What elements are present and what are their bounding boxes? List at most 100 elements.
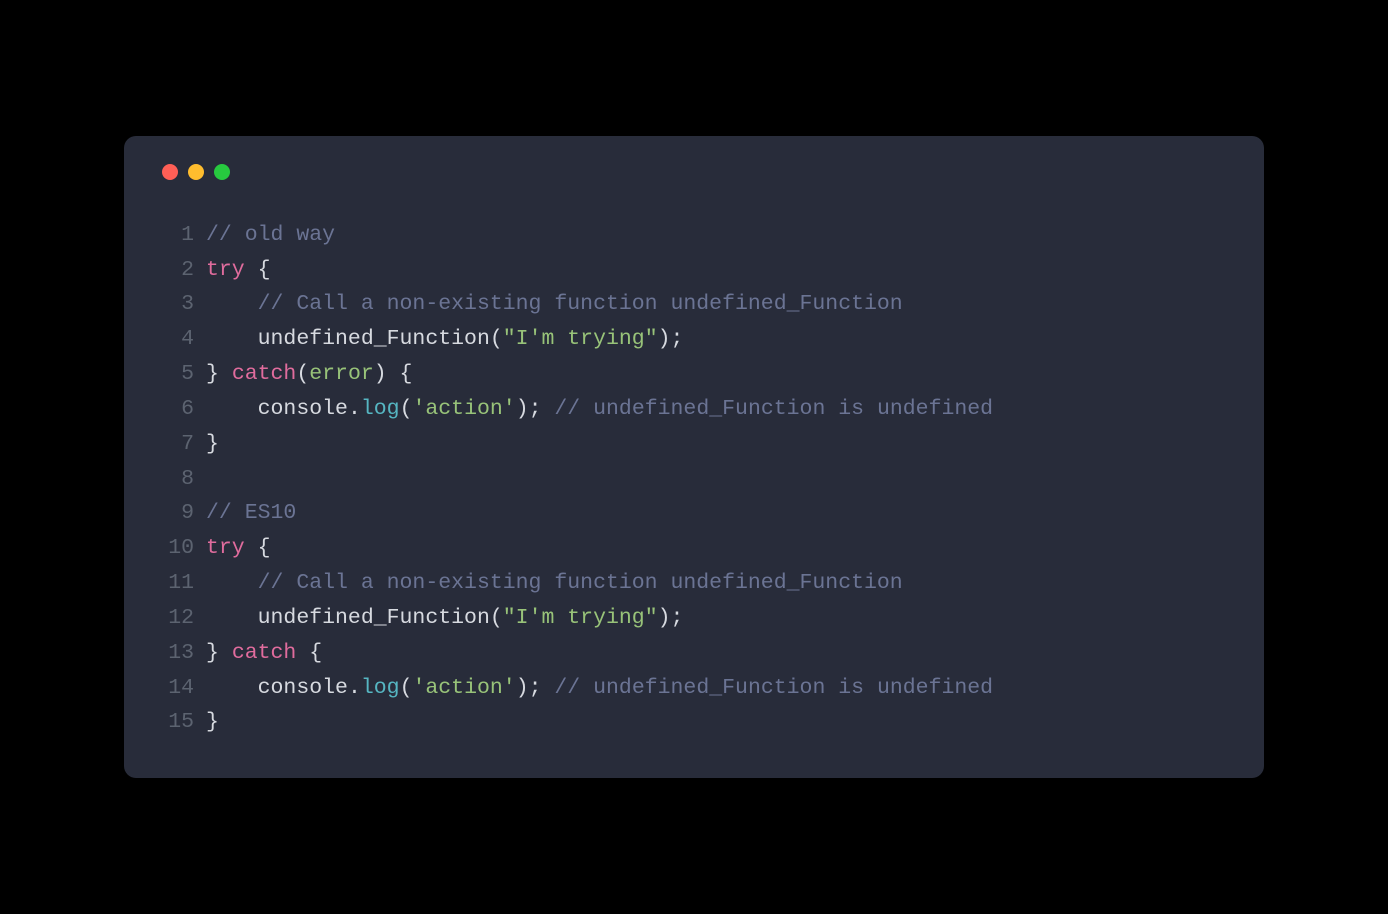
close-icon[interactable] <box>162 164 178 180</box>
code-content: try { <box>206 253 271 288</box>
token-paren: ) <box>516 676 529 700</box>
code-content: } <box>206 705 219 740</box>
code-content <box>206 462 219 497</box>
token-punct: } <box>206 432 219 456</box>
token-function-call: undefined_Function <box>258 606 490 630</box>
line-number: 13 <box>162 636 194 671</box>
token-punct: } <box>206 710 219 734</box>
maximize-icon[interactable] <box>214 164 230 180</box>
line-number: 6 <box>162 392 194 427</box>
token-keyword: try <box>206 536 245 560</box>
token-string: 'action' <box>412 397 515 421</box>
code-content: } <box>206 427 219 462</box>
code-line: 10 try { <box>162 531 1226 566</box>
token-paren: ) <box>658 327 671 351</box>
code-content: // Call a non-existing function undefine… <box>206 287 903 322</box>
token-paren: ( <box>490 327 503 351</box>
token-punct: ; <box>671 606 684 630</box>
token-paren: ( <box>296 362 309 386</box>
token-string: 'action' <box>412 676 515 700</box>
code-line: 2 try { <box>162 253 1226 288</box>
token-punct: { <box>245 258 271 282</box>
token-keyword: catch <box>232 641 297 665</box>
code-line: 1 // old way <box>162 218 1226 253</box>
token-comment: // undefined_Function is undefined <box>554 397 993 421</box>
token-method: log <box>361 676 400 700</box>
code-content: } catch(error) { <box>206 357 412 392</box>
token-object: console <box>258 676 348 700</box>
token-punct: { <box>296 641 322 665</box>
token-paren: ) <box>516 397 529 421</box>
code-line: 8 <box>162 462 1226 497</box>
code-line: 12 undefined_Function("I'm trying"); <box>162 601 1226 636</box>
token-comment: // undefined_Function is undefined <box>554 676 993 700</box>
token-paren: ) <box>658 606 671 630</box>
code-line: 5} catch(error) { <box>162 357 1226 392</box>
code-line: 15} <box>162 705 1226 740</box>
code-editor[interactable]: 1// old way2try {3 // Call a non-existin… <box>162 218 1226 740</box>
token-param: error <box>309 362 374 386</box>
line-number: 10 <box>162 531 194 566</box>
token-comment: // old way <box>206 223 335 247</box>
line-number: 9 <box>162 496 194 531</box>
token-punct <box>206 676 258 700</box>
code-line: 7} <box>162 427 1226 462</box>
code-content: } catch { <box>206 636 322 671</box>
line-number: 7 <box>162 427 194 462</box>
code-line: 11 // Call a non-existing function undef… <box>162 566 1226 601</box>
token-paren: ( <box>400 397 413 421</box>
code-line: 6 console.log('action'); // undefined_Fu… <box>162 392 1226 427</box>
code-content: undefined_Function("I'm trying"); <box>206 322 683 357</box>
token-punct <box>206 606 258 630</box>
token-keyword: catch <box>232 362 297 386</box>
token-function-call: undefined_Function <box>258 327 490 351</box>
line-number: 12 <box>162 601 194 636</box>
token-string: "I'm trying" <box>503 327 658 351</box>
token-punct: } <box>206 641 232 665</box>
title-bar <box>162 164 1226 180</box>
line-number: 11 <box>162 566 194 601</box>
line-number: 1 <box>162 218 194 253</box>
token-punct: ; <box>671 327 684 351</box>
code-line: 3 // Call a non-existing function undefi… <box>162 287 1226 322</box>
line-number: 15 <box>162 705 194 740</box>
token-comment: // ES10 <box>206 501 296 525</box>
line-number: 4 <box>162 322 194 357</box>
token-punct: { <box>387 362 413 386</box>
code-line: 14 console.log('action'); // undefined_F… <box>162 671 1226 706</box>
token-punct <box>206 571 258 595</box>
token-punct: ; <box>529 676 555 700</box>
token-punct: { <box>245 536 271 560</box>
token-keyword: try <box>206 258 245 282</box>
token-object: console <box>258 397 348 421</box>
token-comment: // Call a non-existing function undefine… <box>258 571 903 595</box>
token-punct: . <box>348 397 361 421</box>
token-paren: ) <box>374 362 387 386</box>
code-line: 9 // ES10 <box>162 496 1226 531</box>
token-string: "I'm trying" <box>503 606 658 630</box>
token-paren: ( <box>490 606 503 630</box>
line-number: 8 <box>162 462 194 497</box>
code-line: 4 undefined_Function("I'm trying"); <box>162 322 1226 357</box>
code-content: console.log('action'); // undefined_Func… <box>206 671 993 706</box>
token-paren: ( <box>400 676 413 700</box>
code-content: undefined_Function("I'm trying"); <box>206 601 683 636</box>
code-content: console.log('action'); // undefined_Func… <box>206 392 993 427</box>
token-punct: . <box>348 676 361 700</box>
minimize-icon[interactable] <box>188 164 204 180</box>
token-punct <box>206 292 258 316</box>
code-line: 13} catch { <box>162 636 1226 671</box>
token-punct: } <box>206 362 232 386</box>
code-content: // old way <box>206 218 335 253</box>
code-content: // ES10 <box>206 496 296 531</box>
line-number: 2 <box>162 253 194 288</box>
line-number: 14 <box>162 671 194 706</box>
token-comment: // Call a non-existing function undefine… <box>258 292 903 316</box>
line-number: 3 <box>162 287 194 322</box>
token-method: log <box>361 397 400 421</box>
code-content: try { <box>206 531 271 566</box>
code-content: // Call a non-existing function undefine… <box>206 566 903 601</box>
token-punct <box>206 327 258 351</box>
token-punct <box>206 397 258 421</box>
code-window: 1// old way2try {3 // Call a non-existin… <box>124 136 1264 778</box>
